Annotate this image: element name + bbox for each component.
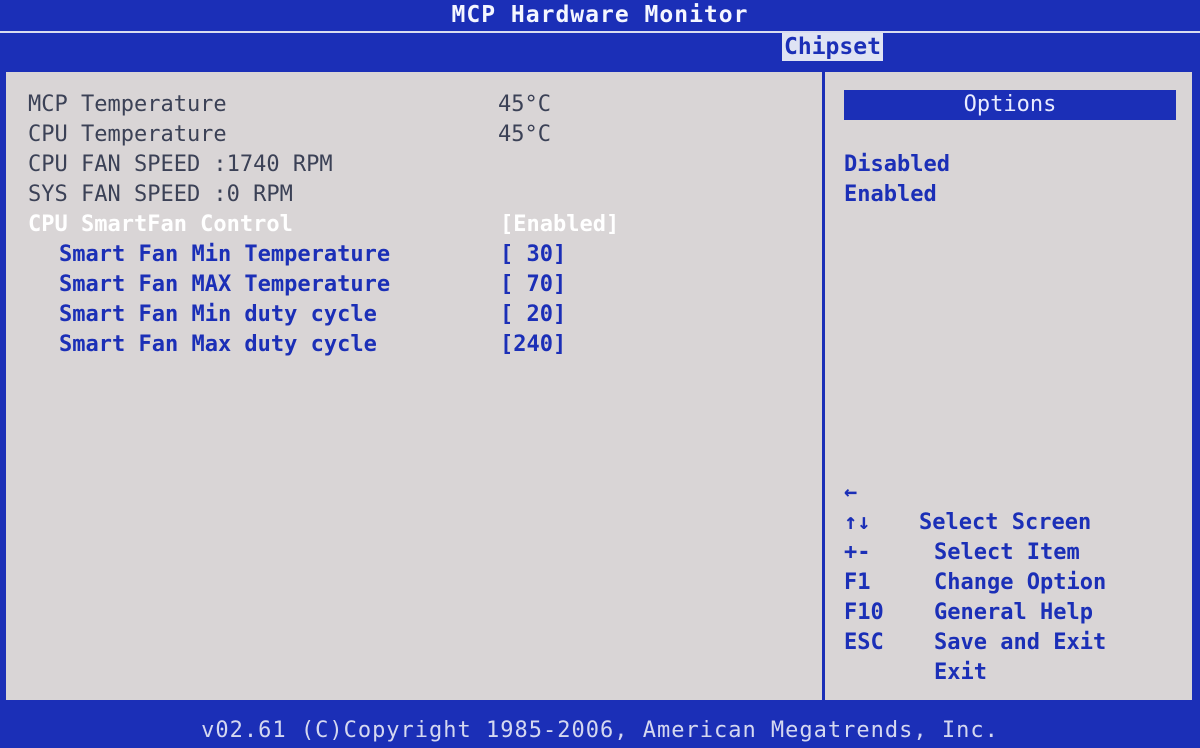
mcp-temperature-value: 45°C (498, 92, 551, 117)
smart-fan-max-duty-value[interactable]: [240] (500, 330, 566, 360)
tab-strip: Chipset (0, 31, 1200, 61)
settings-pane: MCP Temperature 45°C CPU Temperature 45°… (6, 72, 822, 700)
option-enabled[interactable]: Enabled (844, 180, 937, 210)
sys-fan-speed: SYS FAN SPEED :0 RPM (28, 182, 293, 207)
smart-fan-min-duty-label[interactable]: Smart Fan Min duty cycle (59, 300, 377, 330)
window-title: MCP Hardware Monitor (0, 0, 1200, 30)
cpu-smartfan-control-label[interactable]: CPU SmartFan Control (28, 210, 293, 240)
cpu-smartfan-control-value[interactable]: [Enabled] (500, 210, 619, 240)
cpu-temperature-label: CPU Temperature (28, 122, 227, 147)
smart-fan-min-temp-label[interactable]: Smart Fan Min Temperature (59, 240, 390, 270)
cpu-temperature-value: 45°C (498, 122, 551, 147)
options-header: Options (844, 90, 1176, 120)
smart-fan-max-duty-label[interactable]: Smart Fan Max duty cycle (59, 330, 377, 360)
tab-chipset[interactable]: Chipset (782, 33, 883, 61)
copyright-footer: v02.61 (C)Copyright 1985-2006, American … (201, 718, 999, 743)
smart-fan-max-temp-value[interactable]: [ 70] (500, 270, 566, 300)
smart-fan-min-temp-value[interactable]: [ 30] (500, 240, 566, 270)
main-panel: MCP Temperature 45°C CPU Temperature 45°… (4, 70, 1194, 702)
cpu-fan-speed: CPU FAN SPEED :1740 RPM (28, 152, 333, 177)
smart-fan-max-temp-label[interactable]: Smart Fan MAX Temperature (59, 270, 390, 300)
bios-screen: MCP Hardware Monitor Chipset MCP Tempera… (0, 0, 1200, 748)
mcp-temperature-label: MCP Temperature (28, 92, 227, 117)
help-desc: Exit (934, 660, 987, 685)
help-pane: Options Disabled Enabled ← Select Screen… (825, 72, 1192, 700)
smart-fan-min-duty-value[interactable]: [ 20] (500, 300, 566, 330)
help-key-esc: ESC (844, 630, 884, 655)
option-disabled[interactable]: Disabled (844, 150, 950, 180)
help-exit: ESC Exit (844, 598, 1184, 718)
